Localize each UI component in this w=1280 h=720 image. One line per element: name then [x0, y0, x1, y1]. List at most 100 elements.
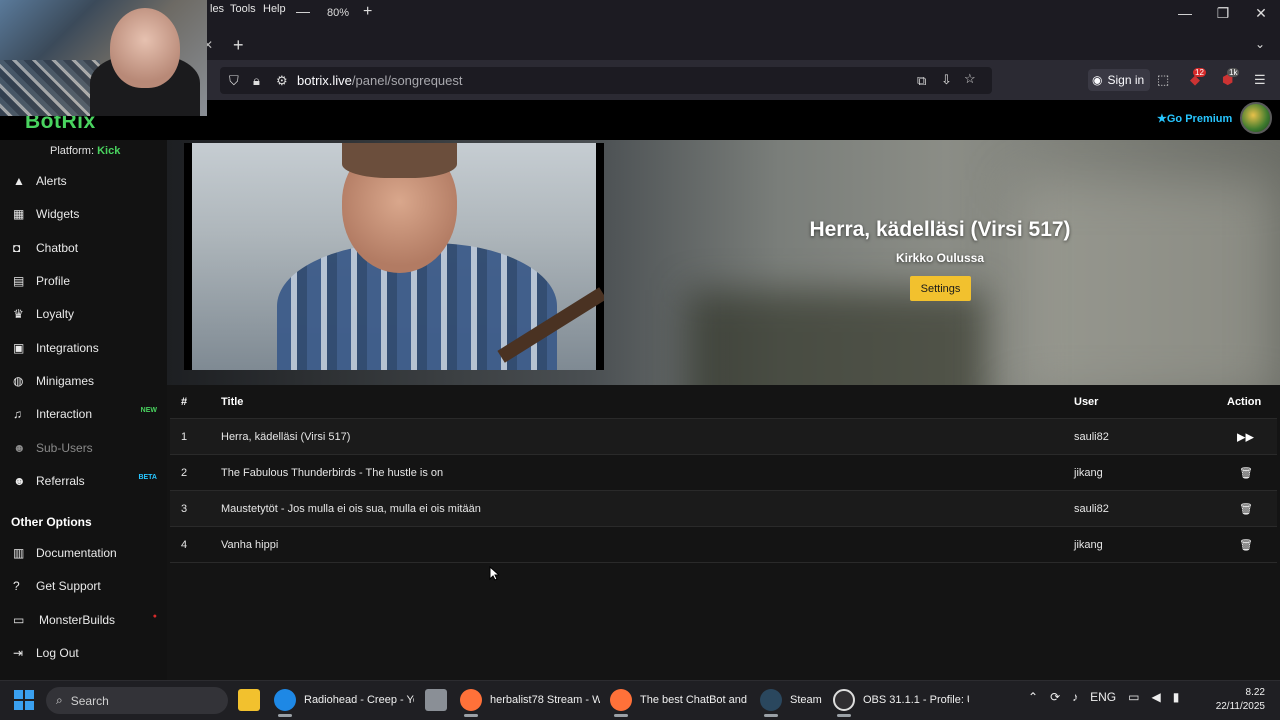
menu-tools[interactable]: Tools [230, 3, 256, 15]
user-group-icon: ☻ [13, 474, 26, 488]
table-row: 4 Vanha hippi jikang 🗑︎ [170, 527, 1277, 563]
running-indicator [464, 714, 478, 717]
sidebar-item-alerts[interactable]: ▲ Alerts [0, 166, 167, 196]
skip-icon[interactable]: ▶▶ [1237, 430, 1254, 443]
menu-help[interactable]: Help [263, 3, 286, 15]
store-icon[interactable] [425, 686, 447, 714]
table-row: 2 The Fabulous Thunderbirds - The hustle… [170, 455, 1277, 491]
sidebar-item-chatbot[interactable]: ◘ Chatbot [0, 233, 167, 263]
column-header-user: User [1074, 395, 1099, 408]
sidebar-item-monsterbuilds[interactable]: ▭ MonsterBuilds ● [0, 605, 167, 635]
sidebar-item-documentation[interactable]: ▥ Documentation [0, 538, 167, 568]
sidebar-item-integrations[interactable]: ▣ Integrations [0, 333, 167, 363]
zoom-in-button[interactable]: + [363, 3, 372, 21]
taskbar-firefox-1[interactable]: herbalist78 Stream - Wa [460, 686, 600, 714]
language-indicator[interactable]: ENG [1090, 690, 1116, 704]
sidebar-item-loyalty[interactable]: ♛ Loyalty [0, 299, 167, 329]
firefox-icon [460, 689, 482, 711]
trophy-icon: ♛ [13, 307, 24, 321]
file-explorer-icon[interactable] [238, 686, 260, 714]
extension-badge: 12 [1193, 68, 1206, 77]
mouse-cursor-icon [489, 566, 499, 581]
row-title: Herra, kädelläsi (Virsi 517) [221, 430, 351, 443]
video-frame [192, 143, 604, 370]
chevron-up-icon[interactable]: ⌃ [1028, 690, 1038, 704]
grid-icon: ▦ [13, 207, 25, 221]
webcam-background [0, 60, 100, 116]
now-playing-title: Herra, kädelläsi (Virsi 517) [809, 218, 1071, 241]
column-header-title: Title [221, 395, 244, 408]
install-icon[interactable]: ⇩ [941, 72, 952, 88]
restore-icon[interactable]: ❐ [1213, 5, 1233, 22]
sidebar-item-minigames[interactable]: ◍ Minigames [0, 366, 167, 396]
gamepad-icon: ◍ [13, 374, 24, 388]
bookmark-star-icon[interactable]: ☆ [964, 71, 976, 87]
book-icon: ▥ [13, 546, 25, 560]
webcam-overlay [0, 0, 207, 116]
trash-icon[interactable]: 🗑︎ [1239, 538, 1253, 551]
chevron-down-icon[interactable]: ⌄ [1255, 37, 1265, 51]
steam-icon [760, 689, 782, 711]
new-tab-button[interactable]: + [233, 35, 244, 56]
now-playing-artist: Kirkko Oulussa [895, 251, 985, 265]
zoom-out-button[interactable]: — [296, 3, 310, 19]
robot-icon: ◘ [13, 241, 21, 255]
trash-icon[interactable]: 🗑︎ [1239, 502, 1253, 515]
lock-icon[interactable]: 🔒︎ [253, 73, 260, 89]
question-icon: ? [13, 579, 20, 593]
microphone-icon[interactable]: ♪ [1072, 690, 1078, 704]
shield-icon[interactable]: ⛉ [229, 73, 239, 89]
platform-indicator: Platform: Kick [50, 145, 121, 157]
hamburger-menu-icon[interactable]: ☰ [1254, 72, 1266, 88]
hero-background-blur [1017, 180, 1277, 385]
row-user: sauli82 [1074, 430, 1109, 443]
sidebar-item-profile[interactable]: ▤ Profile [0, 266, 167, 296]
close-window-icon[interactable]: ✕ [1251, 5, 1271, 22]
video-player[interactable] [184, 143, 604, 370]
edge-icon [274, 689, 296, 711]
url-text[interactable]: botrix.live/panel/songrequest [297, 73, 463, 88]
menu-item[interactable]: les [210, 3, 224, 15]
song-queue-table: # Title User Action 1 Herra, kädelläsi (… [170, 385, 1277, 563]
row-number: 3 [181, 502, 188, 515]
go-premium-link[interactable]: ★Go Premium [1157, 112, 1232, 125]
windows-start-icon[interactable] [14, 690, 34, 710]
id-card-icon: ▤ [13, 274, 25, 288]
taskbar-edge[interactable]: Radiohead - Creep - You [274, 686, 414, 714]
picture-in-picture-icon[interactable]: ⧉ [917, 73, 926, 89]
users-icon: ☻ [13, 441, 26, 455]
taskbar-obs[interactable]: OBS 31.1.1 - Profile: Unti [833, 686, 969, 714]
sidebar-item-get-support[interactable]: ? Get Support [0, 571, 167, 601]
other-options-heading: Other Options [11, 515, 92, 529]
taskbar-search[interactable]: ⌕ Search [46, 687, 228, 714]
trash-icon[interactable]: 🗑︎ [1239, 466, 1253, 479]
sidebar-item-referrals[interactable]: ☻ Referrals BETA [0, 466, 167, 496]
zoom-level[interactable]: 80% [327, 7, 349, 19]
minimize-icon[interactable]: — [1175, 5, 1195, 21]
sign-in-button[interactable]: ◉ Sign in [1088, 69, 1151, 91]
avatar[interactable] [1240, 102, 1272, 134]
laptop-icon: ▭ [13, 613, 25, 627]
row-user: sauli82 [1074, 502, 1109, 515]
red-badge: ● [152, 613, 157, 620]
volume-icon[interactable]: ◀︎ [1151, 690, 1160, 704]
permissions-icon[interactable]: ⚙︎ [276, 73, 288, 89]
clock[interactable]: 8.22 22/11/2025 [1205, 686, 1265, 714]
sidebar-item-widgets[interactable]: ▦ Widgets [0, 199, 167, 229]
sidebar-item-log-out[interactable]: ⇥ Log Out [0, 638, 167, 668]
extensions-icon[interactable]: ⬚ [1157, 72, 1169, 88]
search-icon: ⌕ [56, 693, 63, 707]
taskbar-steam[interactable]: Steam [760, 686, 822, 714]
row-title: Vanha hippi [221, 538, 279, 551]
battery-icon[interactable]: ▮ [1173, 690, 1180, 704]
webcam-person-head [110, 8, 180, 88]
taskbar-firefox-2[interactable]: The best ChatBot and W [610, 686, 750, 714]
settings-button[interactable]: Settings [910, 276, 971, 301]
sync-icon[interactable]: ⟳ [1050, 690, 1060, 704]
sidebar-item-sub-users[interactable]: ☻ Sub-Users [0, 433, 167, 463]
sidebar-item-interaction[interactable]: ♫ Interaction NEW [0, 399, 167, 429]
network-icon[interactable]: ▭ [1128, 690, 1139, 704]
row-number: 2 [181, 466, 188, 479]
account-icon: ◉ [1092, 73, 1103, 87]
running-indicator [837, 714, 851, 717]
